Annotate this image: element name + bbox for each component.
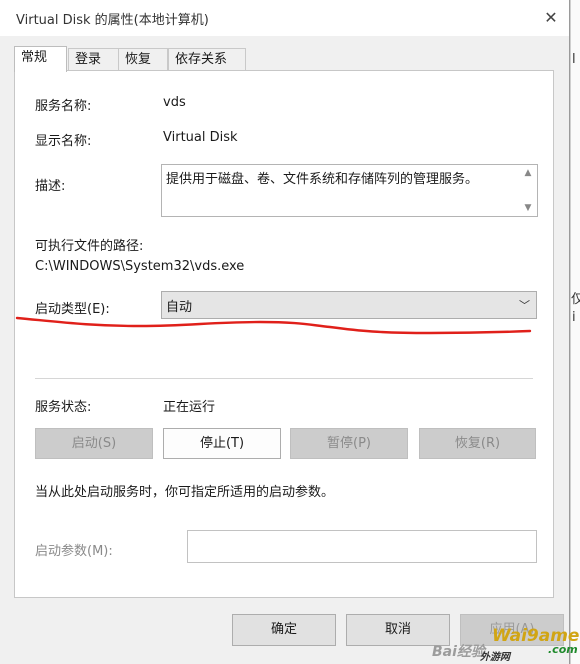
chevron-down-icon: ﹀ [519, 299, 530, 312]
startup-type-label: 启动类型(E): [35, 302, 110, 317]
resume-button[interactable]: 恢复(R) [419, 428, 536, 459]
close-icon[interactable]: ✕ [536, 6, 566, 30]
description-text: 提供用于磁盘、卷、文件系统和存储阵列的管理服务。 [166, 172, 479, 187]
ok-button[interactable]: 确定 [232, 614, 336, 646]
tab-dependencies[interactable]: 依存关系 [168, 48, 246, 71]
site-watermark-domain: .com [548, 643, 578, 656]
scroll-down-icon[interactable]: ▼ [522, 203, 534, 213]
background-window-edge [570, 0, 580, 664]
scroll-up-icon[interactable]: ▲ [522, 168, 534, 178]
path-value: C:\WINDOWS\System32\vds.exe [35, 259, 245, 274]
display-name-label: 显示名称: [35, 134, 92, 149]
service-name-value: vds [163, 95, 186, 110]
background-text: l [572, 52, 576, 67]
divider [35, 378, 533, 379]
title-bar: Virtual Disk 的属性(本地计算机) ✕ [0, 0, 569, 36]
service-status-value: 正在运行 [163, 400, 216, 415]
background-text: i [572, 310, 576, 325]
tab-recovery[interactable]: 恢复 [118, 48, 168, 71]
service-name-label: 服务名称: [35, 99, 92, 114]
properties-dialog: Virtual Disk 的属性(本地计算机) ✕ 常规 登录 恢复 依存关系 … [0, 0, 570, 664]
pause-button[interactable]: 暂停(P) [290, 428, 408, 459]
general-panel [14, 70, 554, 598]
background-text: 仅 [571, 292, 580, 307]
site-watermark-cn: 外游网 [480, 652, 510, 663]
tab-logon[interactable]: 登录 [68, 48, 120, 71]
service-status-label: 服务状态: [35, 400, 92, 415]
startup-params-input[interactable] [187, 530, 537, 563]
tab-general[interactable]: 常规 [14, 46, 67, 72]
display-name-value: Virtual Disk [163, 130, 238, 145]
stop-button[interactable]: 停止(T) [163, 428, 281, 459]
startup-params-hint: 当从此处启动服务时，你可指定所适用的启动参数。 [35, 485, 335, 500]
start-button[interactable]: 启动(S) [35, 428, 153, 459]
startup-type-select[interactable]: 自动 ﹀ [161, 291, 537, 319]
path-label: 可执行文件的路径: [35, 239, 144, 254]
description-textbox[interactable]: 提供用于磁盘、卷、文件系统和存储阵列的管理服务。 ▲ ▼ [161, 164, 538, 217]
baidu-watermark: Bai经验 [432, 644, 485, 660]
startup-params-label: 启动参数(M): [35, 544, 113, 559]
window-title: Virtual Disk 的属性(本地计算机) [16, 13, 209, 28]
startup-type-value: 自动 [166, 300, 193, 315]
description-label: 描述: [35, 179, 66, 194]
